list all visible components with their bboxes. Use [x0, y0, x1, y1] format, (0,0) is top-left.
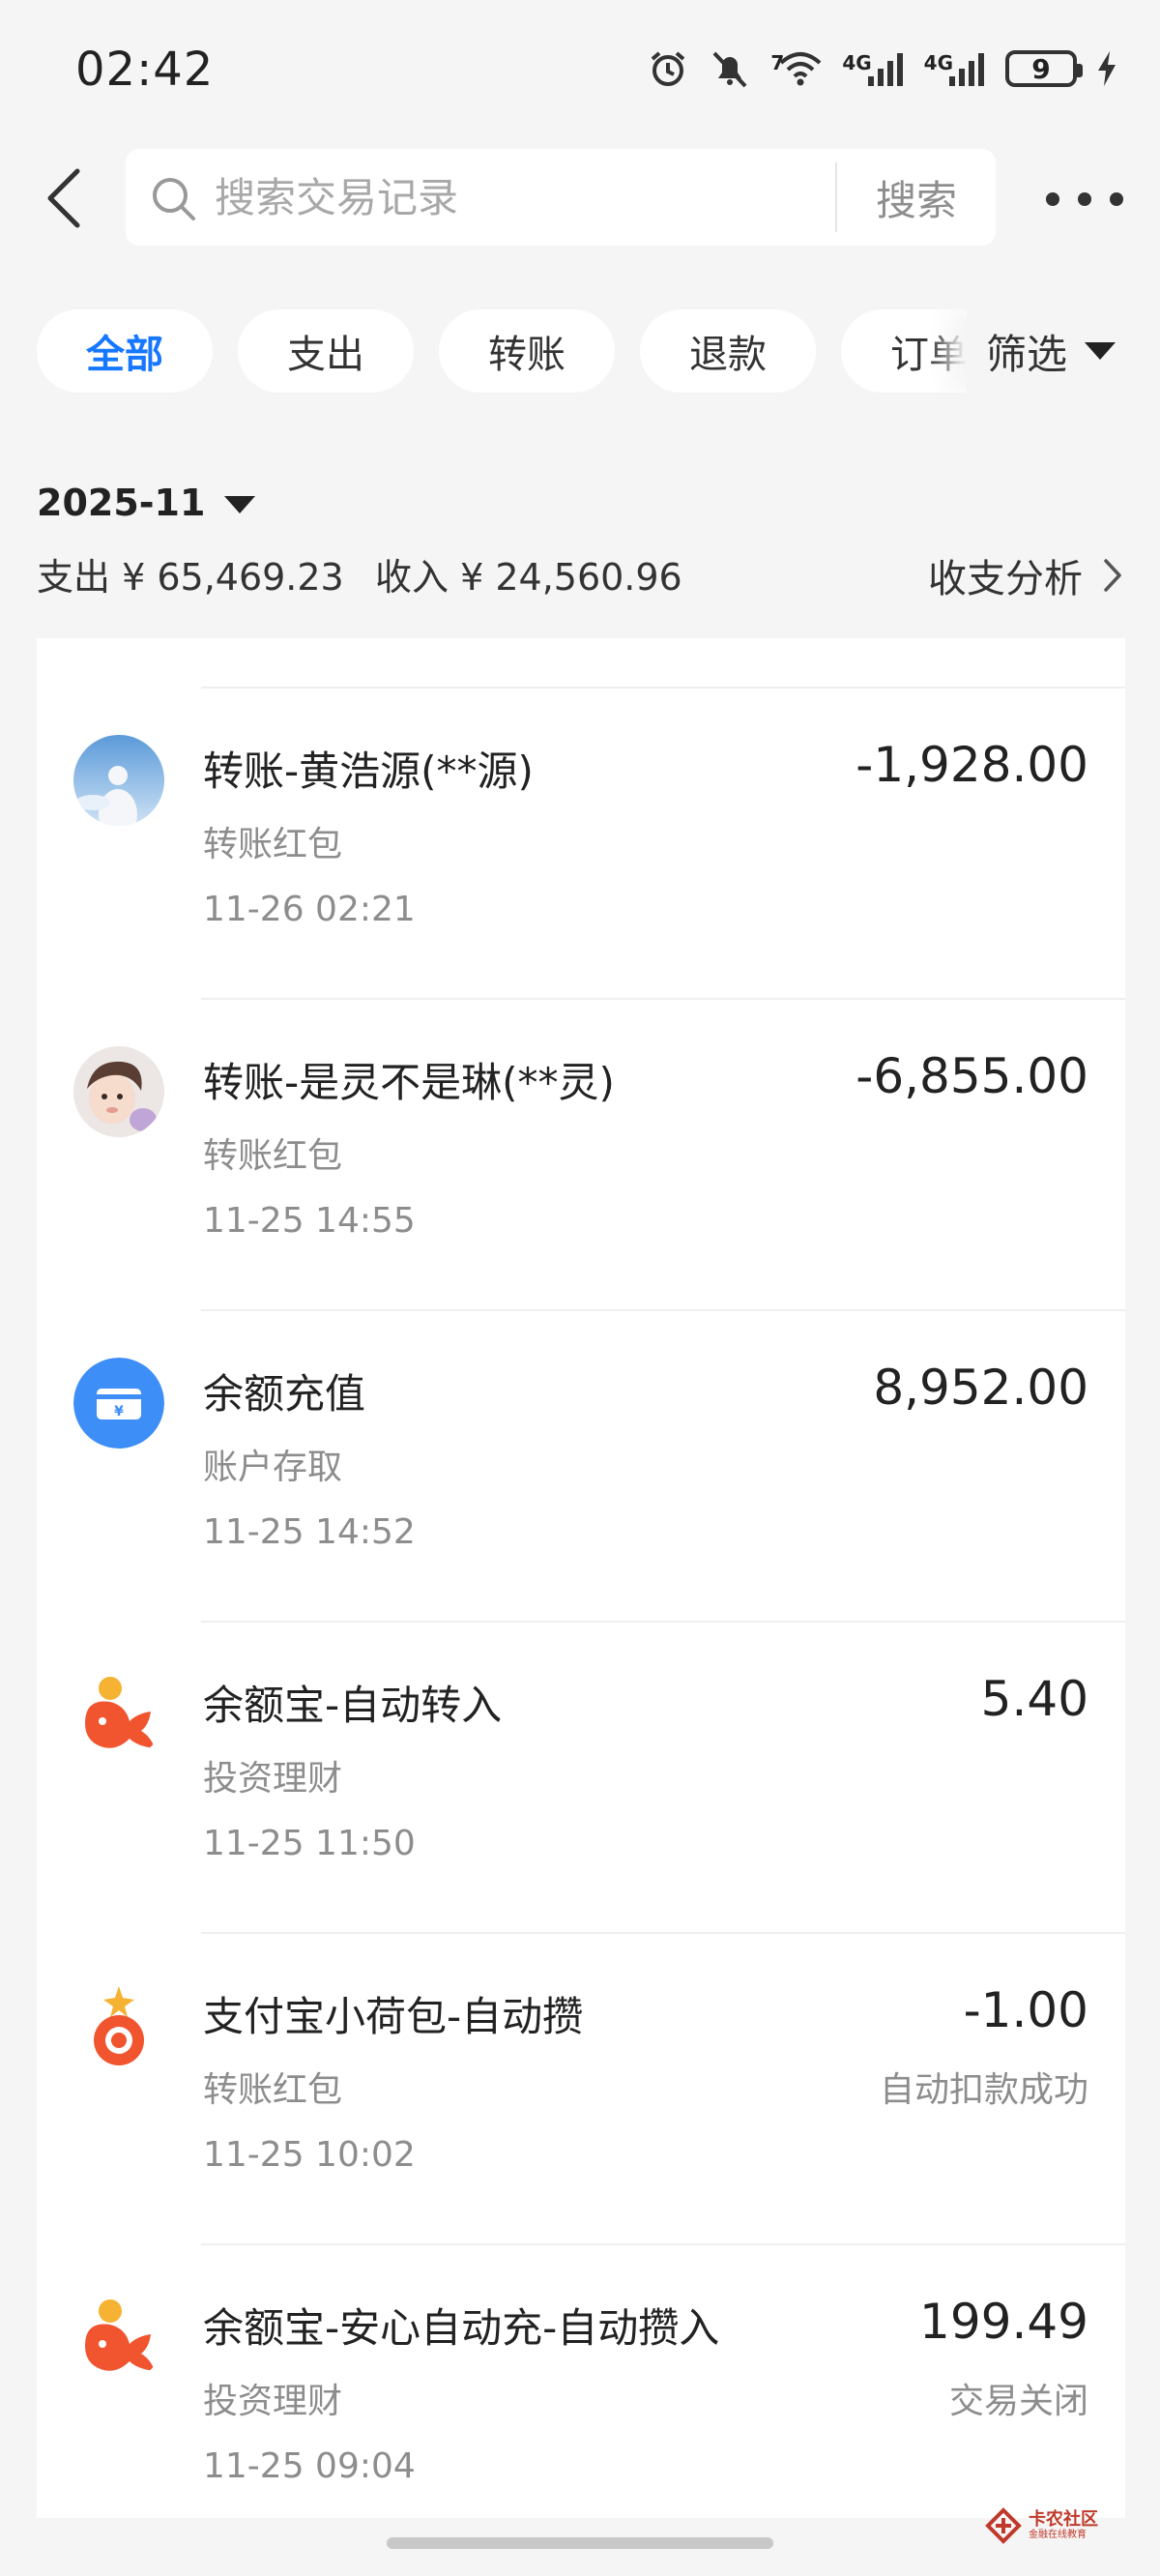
transaction-time: 11-25 10:02 [203, 2135, 416, 2175]
tab-all[interactable]: 全部 [37, 309, 213, 393]
transaction-amount: -1.00 [963, 1982, 1088, 2038]
transaction-title: 支付宝小荷包-自动攒 [203, 1993, 584, 2040]
transaction-row[interactable]: 余额宝-自动转入 投资理财 11-25 11:50 5.40 [37, 1623, 1125, 1934]
signal-4g-icon: 4G [842, 49, 904, 88]
transaction-time: 11-25 09:04 [203, 2446, 416, 2486]
transaction-category: 账户存取 [203, 1448, 343, 1487]
search-button[interactable]: 搜索 [837, 149, 996, 246]
watermark-main: 卡农社区 [1029, 2509, 1098, 2530]
svg-text:¥: ¥ [114, 1404, 124, 1420]
search-input[interactable] [215, 170, 814, 224]
analysis-link[interactable]: 收支分析 [928, 547, 1123, 603]
expense-total: 支出 ¥ 65,469.23 [37, 556, 344, 599]
wifi-icon: 7 [770, 49, 823, 88]
status-bar: 02:42 7 4G 4G 9 [0, 0, 1160, 141]
tab-refund[interactable]: 退款 [640, 309, 816, 393]
photo-avatar [73, 1046, 164, 1137]
search-icon [153, 178, 195, 220]
month-label: 2025-11 [37, 482, 206, 524]
transaction-row[interactable]: 转账-黄浩源(**源) 转账红包 11-26 02:21 -1,928.00 [37, 688, 1125, 1000]
signal-4g-icon: 4G [924, 49, 986, 88]
totals-row: 支出 ¥ 65,469.23 收入 ¥ 24,560.96 收支分析 [37, 547, 1123, 601]
watermark-icon [985, 2507, 1022, 2544]
transaction-status: 自动扣款成功 [879, 2070, 1088, 2110]
back-button[interactable] [35, 164, 93, 232]
transaction-time: 11-25 11:50 [203, 1824, 416, 1863]
battery-icon: 9 [1005, 50, 1083, 87]
home-indicator[interactable] [387, 2537, 773, 2549]
filter-dropdown-icon [1085, 342, 1116, 360]
status-time: 02:42 [75, 43, 215, 97]
transaction-amount: -6,855.00 [856, 1048, 1088, 1104]
balance-card-icon: ¥ [73, 1358, 164, 1449]
transaction-row[interactable]: 支付宝小荷包-自动攒 转账红包 11-25 10:02 -1.00 自动扣款成功 [37, 1934, 1125, 2245]
battery-level: 9 [1031, 52, 1051, 85]
transaction-category: 转账红包 [203, 1136, 343, 1176]
transaction-amount: -1,928.00 [856, 737, 1088, 793]
transaction-status: 交易关闭 [948, 2382, 1088, 2421]
transaction-time: 11-25 14:55 [203, 1201, 416, 1241]
transaction-row[interactable]: 转账-是灵不是琳(**灵) 转账红包 11-25 14:55 -6,855.00 [37, 1000, 1125, 1311]
filter-tabs: 全部 支出 转账 退款 订单 筛选 [0, 309, 1160, 395]
transaction-title: 转账-是灵不是琳(**灵) [203, 1059, 615, 1106]
alarm-icon [647, 47, 689, 90]
transaction-amount: 199.49 [919, 2294, 1088, 2350]
mute-icon [709, 47, 751, 90]
transaction-list: 转账-黄浩源(**源) 转账红包 11-26 02:21 -1,928.00 转… [37, 638, 1125, 2518]
status-icons: 7 4G 4G 9 [647, 44, 1117, 93]
filter-label: 筛选 [986, 330, 1068, 378]
transaction-row[interactable]: ¥ 余额充值 账户存取 11-25 14:52 8,952.00 [37, 1311, 1125, 1623]
more-dots-icon[interactable] [1046, 180, 1123, 219]
month-dropdown-icon [224, 496, 256, 513]
transaction-title: 余额充值 [203, 1370, 366, 1418]
transaction-category: 投资理财 [203, 2382, 343, 2421]
chevron-left-icon [47, 168, 80, 228]
chevron-right-icon [1104, 559, 1121, 592]
xiaohebao-icon [73, 1980, 164, 2071]
income-total: 收入 ¥ 24,560.96 [375, 556, 682, 599]
month-selector[interactable]: 2025-11 [37, 482, 256, 524]
yuebao-icon [73, 1669, 164, 1760]
charging-icon [1096, 49, 1117, 88]
tab-transfer[interactable]: 转账 [439, 309, 615, 393]
photo-avatar [73, 735, 164, 826]
search-box[interactable]: 搜索 [126, 149, 996, 246]
transaction-amount: 8,952.00 [873, 1360, 1088, 1416]
transaction-amount: 5.40 [980, 1671, 1088, 1727]
transaction-time: 11-26 02:21 [203, 890, 416, 929]
transaction-category: 投资理财 [203, 1759, 343, 1799]
filter-button[interactable]: 筛选 [967, 309, 1160, 393]
analysis-label: 收支分析 [928, 557, 1083, 601]
transaction-category: 转账红包 [203, 2070, 343, 2110]
watermark-logo: 卡农社区 金融在线教育 [984, 2506, 1098, 2545]
yuebao-icon [73, 2292, 164, 2383]
transaction-time: 11-25 14:52 [203, 1512, 416, 1552]
transaction-title: 余额宝-自动转入 [203, 1682, 503, 1729]
tab-expense[interactable]: 支出 [238, 309, 414, 393]
transaction-title: 转账-黄浩源(**源) [203, 747, 534, 795]
watermark-sub: 金融在线教育 [1029, 2530, 1087, 2540]
transaction-category: 转账红包 [203, 825, 343, 864]
search-header: 搜索 [0, 145, 1160, 251]
transaction-row[interactable]: 余额宝-安心自动充-自动攒入 投资理财 11-25 09:04 199.49 交… [37, 2245, 1125, 2518]
transaction-title: 余额宝-安心自动充-自动攒入 [203, 2304, 720, 2352]
